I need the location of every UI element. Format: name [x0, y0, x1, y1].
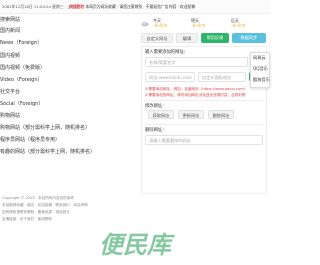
date-time-text: 2081年12月18日 11:04:24 星期三 · 上午好 [2, 4, 79, 9]
notice-text: 欢迎您的 本网页为网址收藏 · 请您注意辨别 · 不要轻信广告内容 · 欢迎投稿 [69, 4, 195, 10]
footer-line: 本站推荐收藏 · 域名 · 欢迎投稿 · 联系我们 · 本站声明 [2, 203, 88, 207]
custom-url-button[interactable]: 自定义网址 [141, 33, 173, 43]
sidebar-item-video-cn[interactable]: 国内视频 [0, 52, 20, 62]
sidebar: 搜索网站 国内新闻 News（Foreign） 国内视频 国内视频（免费版） V… [0, 14, 113, 174]
footer-line: 友情链接 · 关于我们 · 使用帮助 [2, 217, 52, 221]
sidebar-item-video-foreign[interactable]: Video（Foreign） [0, 76, 43, 86]
get-url-button[interactable]: 获取网址 [148, 110, 174, 119]
cloud-icon [141, 21, 149, 27]
music-dropdown-menu: 网易云 QQ音乐 酷狗音乐 [250, 52, 270, 88]
weather-day: 后天 -4~6℃ [231, 18, 245, 28]
weather-day-temp: -4~6℃ [191, 23, 206, 28]
notice-body: 本网页为网址收藏 · 请您注意辨别 · 不要轻信广告内容 · 欢迎投稿 [85, 4, 195, 9]
watermark-logo: 便民库 [99, 231, 175, 259]
edit-button[interactable]: 编辑 [176, 33, 198, 43]
top-bar: 2081年12月18日 11:04:24 星期三 · 上午好 欢迎您的 本网页为… [0, 0, 270, 14]
weather-day: 今天 -4~6℃ [153, 18, 167, 28]
weather-day-temp: -4~6℃ [153, 23, 168, 28]
weather-day: 明天 -4~6℃ [191, 18, 205, 28]
dropdown-option[interactable]: QQ音乐 [253, 66, 268, 72]
sidebar-item-video-free[interactable]: 国内视频（免费版） [0, 64, 45, 74]
footer-line: 如有侵权请联系删除 · 备案信息 · 网站统计 [2, 210, 70, 214]
sidebar-item-shopping-random[interactable]: 购物网站（部分需科学上网，随机排名） [0, 124, 90, 134]
footer: Copyright © 2023 · 本站所有内容仅供参考 本站推荐收藏 · 域… [0, 194, 113, 224]
sidebar-item-social[interactable]: 社交平台 [0, 88, 20, 98]
sidebar-item-programmer[interactable]: 程序员网站（程序员专用） [0, 136, 60, 146]
note-line: 2.需要添加的网址，请勿添加网址涉及违法违规内容，否则封禁 [145, 93, 246, 97]
notice-prefix: 欢迎您的 [69, 4, 85, 9]
delete-url-button[interactable]: 删除网址 [208, 110, 234, 119]
weather-widget: 今天 -4~6℃ 明天 -4~6℃ 后天 -4~6℃ [141, 18, 266, 32]
sync-button[interactable]: 数据同步 [232, 33, 266, 43]
note-line: 1.需要添加网址，例如：百度网页（https://www.baidu.com） [145, 87, 248, 91]
divider [145, 124, 265, 125]
add-url-panel: 输入需要添加的网址： 名称/简要名字 网址:www.baidu.com 自定义图… [141, 46, 267, 194]
sidebar-item-news-cn[interactable]: 国内新闻 [0, 27, 20, 37]
dropdown-option[interactable]: 酷狗音乐 [253, 77, 270, 83]
add-url-label: 输入需要添加的网址： [145, 50, 188, 55]
divider [145, 100, 265, 101]
url-input[interactable]: 网址:www.baidu.com [145, 72, 195, 82]
sidebar-item-search[interactable]: 搜索网站 [0, 16, 20, 26]
sidebar-item-shopping[interactable]: 购物网站 [0, 112, 20, 122]
watermark-text: 便民库 [99, 231, 175, 259]
weather-day-temp: -4~6℃ [231, 23, 246, 28]
name-input[interactable]: 名称/简要名字 [145, 57, 248, 67]
delete-url-label: 删除网址： [145, 128, 167, 133]
modify-url-label: 修改网址： [145, 104, 167, 109]
feedback-button[interactable]: 常用反馈 [201, 33, 229, 43]
sidebar-item-news-foreign[interactable]: News（Foreign） [0, 39, 42, 49]
dropdown-option[interactable]: 网易云 [253, 55, 266, 61]
sidebar-item-fun[interactable]: 有趣的网站（部分需科学上网，随机排名） [0, 148, 95, 158]
sidebar-item-social-foreign[interactable]: Social（Foreign） [0, 100, 43, 110]
footer-line: Copyright © 2023 · 本站所有内容仅供参考 [2, 196, 74, 200]
icon-url-input[interactable]: 自定义图标地址 [198, 72, 246, 82]
update-url-button[interactable]: 更新网址 [178, 110, 204, 119]
delete-url-input[interactable]: 请输入需要删除的网址 [145, 135, 263, 145]
